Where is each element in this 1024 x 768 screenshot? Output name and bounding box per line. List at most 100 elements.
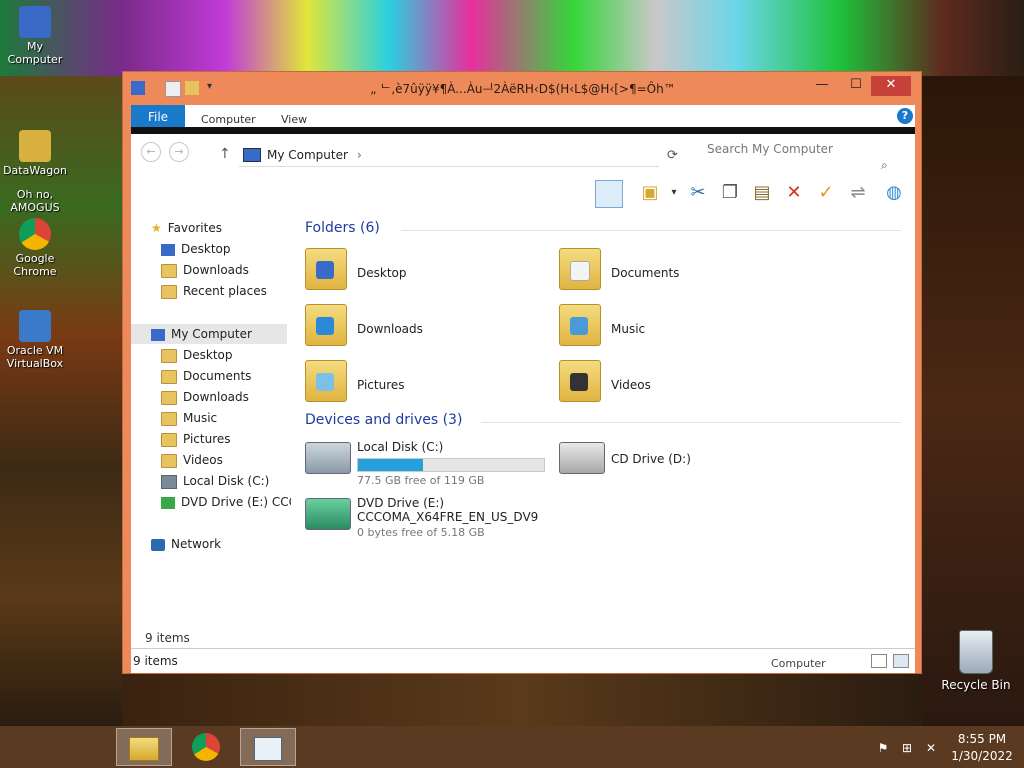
cut-icon[interactable]: ✂: [685, 180, 711, 206]
drive-label: CD Drive (D:): [611, 452, 691, 466]
volume-muted-icon[interactable]: ✕: [924, 741, 938, 755]
maximize-button[interactable]: ☐: [839, 76, 873, 96]
taskbar-app[interactable]: [240, 728, 296, 766]
chrome-icon: [19, 218, 51, 250]
content-area: Folders (6) Desktop Documents Downloads …: [291, 218, 915, 628]
paste-icon[interactable]: ▤: [749, 180, 775, 206]
folder-desktop[interactable]: Desktop: [305, 248, 555, 300]
taskbar-chrome[interactable]: [178, 728, 234, 766]
desktop-icon-my-computer[interactable]: My Computer: [0, 6, 70, 66]
network-globe-icon[interactable]: ◍: [881, 180, 907, 206]
recycle-bin-icon: [959, 630, 993, 674]
computer-icon: [151, 328, 165, 341]
address-bar[interactable]: My Computer ›: [239, 144, 659, 167]
folder-downloads[interactable]: Downloads: [305, 304, 555, 356]
nav-my-computer[interactable]: My Computer: [131, 324, 287, 344]
tab-computer[interactable]: Computer: [201, 113, 256, 126]
properties-icon[interactable]: [165, 81, 181, 97]
music-folder-icon: [559, 304, 601, 346]
properties-folder-icon[interactable]: ▣: [637, 180, 663, 206]
desktop-icon-label: Oracle VM VirtualBox: [6, 344, 64, 370]
group-header-devices[interactable]: Devices and drives (3): [305, 412, 462, 428]
folder-icon: [161, 390, 177, 405]
group-header-folders[interactable]: Folders (6): [305, 220, 380, 236]
drive-label: DVD Drive (E:) CCCOMA_X64FRE_EN_US_DV9: [357, 496, 539, 524]
refresh-icon[interactable]: ⟳: [667, 148, 678, 163]
nav-label: Documents: [183, 369, 252, 383]
recent-places-icon: [161, 284, 177, 299]
nav-label: Music: [183, 411, 218, 425]
search-box[interactable]: Search My Computer ⌕: [701, 138, 911, 172]
nav-desktop[interactable]: Desktop: [161, 345, 233, 365]
tab-view[interactable]: View: [281, 113, 307, 126]
layout-icon[interactable]: [595, 180, 623, 208]
desktop-folder-icon: [305, 248, 347, 290]
nav-documents[interactable]: Documents: [161, 366, 251, 386]
nav-downloads[interactable]: Downloads: [161, 387, 249, 407]
status-bar: 9 items Computer: [131, 648, 915, 673]
drive-local-disk-c[interactable]: Local Disk (C:) 77.5 GB free of 119 GB: [305, 438, 555, 498]
shortcut-icon: [19, 130, 51, 162]
copy-icon[interactable]: ❐: [717, 180, 743, 206]
desktop-icon-amogus[interactable]: Oh no, AMOGUS: [0, 188, 70, 214]
file-explorer-icon: [129, 737, 159, 761]
tab-file[interactable]: File: [131, 105, 185, 129]
folder-icon: [161, 369, 177, 384]
nav-dvd-drive[interactable]: DVD Drive (E:) CCCC: [161, 492, 305, 512]
up-arrow-icon[interactable]: ↑: [219, 146, 231, 162]
navigation-bar: ← → ↑ My Computer › ⟳ Search My Computer…: [131, 134, 915, 174]
nav-label: Desktop: [183, 348, 233, 362]
forward-arrow-icon[interactable]: →: [169, 142, 189, 162]
desktop-icon-virtualbox[interactable]: Oracle VM VirtualBox: [0, 310, 70, 370]
folder-music[interactable]: Music: [559, 304, 809, 356]
network-icon: [151, 538, 165, 551]
network-tray-icon[interactable]: ⊞: [900, 741, 914, 755]
drive-free-space: 0 bytes free of 5.18 GB: [357, 526, 485, 539]
delete-icon[interactable]: ✕: [781, 180, 807, 206]
nav-network[interactable]: Network: [151, 534, 221, 554]
status-location: Computer: [771, 657, 826, 670]
nav-local-disk[interactable]: Local Disk (C:): [161, 471, 269, 491]
desktop-icon-google-chrome[interactable]: Google Chrome: [0, 218, 70, 278]
videos-folder-icon: [559, 360, 601, 402]
action-center-flag-icon[interactable]: ⚑: [876, 741, 890, 755]
nav-favorites[interactable]: ★ Favorites: [151, 218, 222, 238]
new-folder-icon[interactable]: [185, 81, 199, 95]
nav-videos[interactable]: Videos: [161, 450, 223, 470]
folder-icon: [161, 453, 177, 468]
folder-documents[interactable]: Documents: [559, 248, 809, 300]
title-bar[interactable]: ▾ „ ᄂ,è7ûÿÿ¥¶À...Àuᆜ2ÀëRH‹D$(H‹L$@H‹[>¶=…: [123, 72, 921, 102]
desktop-icon-datawagon[interactable]: DataWagon: [0, 130, 70, 177]
nav-favorite-downloads[interactable]: Downloads: [161, 260, 249, 280]
nav-favorite-recent-places[interactable]: Recent places: [161, 281, 267, 301]
clock-time: 8:55 PM: [957, 732, 1007, 746]
drive-cd-d[interactable]: CD Drive (D:): [559, 438, 809, 498]
nav-favorite-desktop[interactable]: Desktop: [161, 239, 231, 259]
desktop-icon-recycle-bin[interactable]: Recycle Bin: [940, 630, 1012, 692]
navigation-pane: ★ Favorites Desktop Downloads Recent plac…: [131, 218, 305, 628]
large-icons-view-icon[interactable]: [893, 654, 909, 668]
breadcrumb-chevron-icon[interactable]: ›: [357, 148, 362, 162]
close-button[interactable]: ✕: [871, 76, 911, 96]
folder-pictures[interactable]: Pictures: [305, 360, 555, 412]
map-drive-icon[interactable]: ⇌: [845, 180, 871, 206]
minimize-button[interactable]: —: [805, 76, 839, 96]
details-view-icon[interactable]: [871, 654, 887, 668]
nav-music[interactable]: Music: [161, 408, 217, 428]
desktop-wallpaper-right: [922, 76, 1024, 726]
window-app-icon: [254, 737, 282, 761]
folder-icon: [161, 411, 177, 426]
nav-label: DVD Drive (E:) CCCC: [181, 495, 306, 509]
back-arrow-icon[interactable]: ←: [141, 142, 161, 162]
nav-pictures[interactable]: Pictures: [161, 429, 231, 449]
drive-dvd-e[interactable]: DVD Drive (E:) CCCOMA_X64FRE_EN_US_DV9 0…: [305, 494, 555, 554]
help-button[interactable]: ?: [897, 108, 913, 124]
rename-check-icon[interactable]: ✓: [813, 180, 839, 206]
dropdown-chevron-icon[interactable]: ▾: [661, 180, 687, 206]
drive-usage-bar: [357, 458, 545, 472]
folder-videos[interactable]: Videos: [559, 360, 809, 412]
dvd-drive-icon: [161, 496, 175, 509]
taskbar-clock[interactable]: 8:55 PM 1/30/2022: [950, 731, 1014, 765]
taskbar-file-explorer[interactable]: [116, 728, 172, 766]
customize-qat-chevron-icon[interactable]: ▾: [207, 81, 221, 95]
